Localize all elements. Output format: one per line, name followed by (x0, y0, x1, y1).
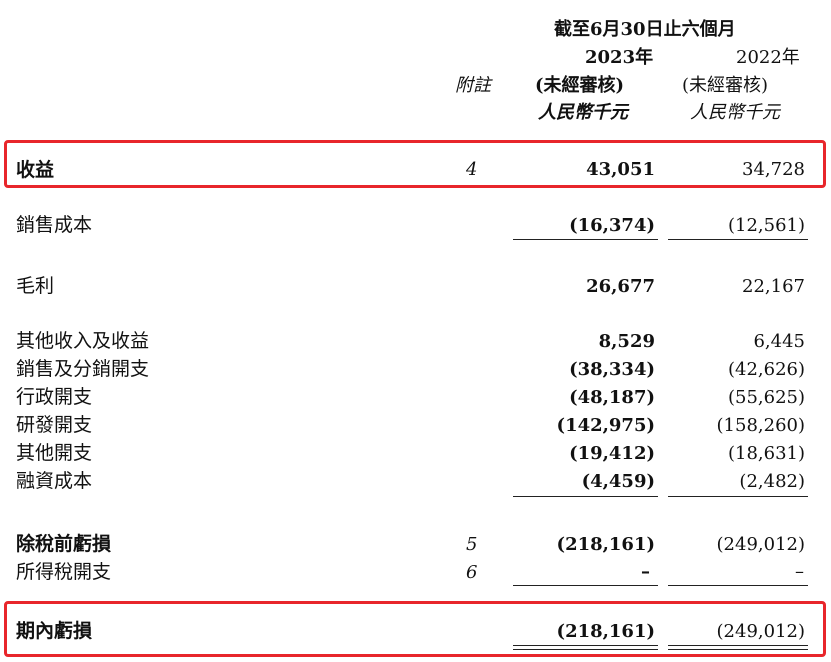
row-2023-other-expenses: (19,412) (569, 443, 655, 464)
col-2022-year: 2022年 (736, 47, 800, 68)
row-2023-finance-costs: (4,459) (581, 471, 655, 492)
total-double-rule-2022 (668, 645, 808, 650)
row-2022-selling-expenses: (42,626) (727, 359, 805, 380)
row-2023-gross-profit: 26,677 (586, 276, 655, 297)
row-2022-rd-expenses: (158,260) (716, 415, 805, 436)
row-2023-other-income: 8,529 (598, 331, 655, 352)
row-label-gross-profit: 毛利 (16, 275, 55, 297)
row-label-rd-expenses: 研發開支 (16, 414, 93, 436)
col-2023-unit: 人民幣千元 (538, 102, 628, 123)
row-2023-loss-for-period: (218,161) (556, 621, 655, 642)
subtotal-rule-2023 (513, 239, 658, 240)
row-2023-revenue: 43,051 (586, 159, 655, 180)
row-label-selling-expenses: 銷售及分銷開支 (16, 358, 150, 380)
row-note-revenue: 4 (466, 159, 478, 180)
row-label-other-expenses: 其他開支 (16, 442, 93, 464)
row-2022-loss-for-period: (249,012) (716, 621, 805, 642)
period-header: 截至6月30日止六個月 (554, 19, 736, 40)
subtotal-rule-2022 (668, 585, 808, 586)
subtotal-rule-2022 (668, 239, 808, 240)
row-label-other-income: 其他收入及收益 (16, 330, 150, 352)
row-2022-other-expenses: (18,631) (727, 443, 805, 464)
row-note-income-tax: 6 (466, 562, 478, 583)
revenue-highlight-box (4, 140, 826, 188)
row-label-income-tax: 所得稅開支 (16, 561, 112, 583)
row-note-loss-before-tax: 5 (466, 534, 478, 555)
row-2023-cost-of-sales: (16,374) (569, 215, 655, 236)
row-2022-admin-expenses: (55,625) (727, 387, 805, 408)
subtotal-rule-2023 (513, 585, 658, 586)
row-2022-gross-profit: 22,167 (742, 276, 805, 297)
col-2023-audit: (未經審核) (535, 75, 625, 96)
row-2023-selling-expenses: (38,334) (569, 359, 655, 380)
total-double-rule-2023 (513, 645, 658, 650)
note-column-header: 附註 (455, 75, 491, 96)
row-label-cost-of-sales: 銷售成本 (16, 214, 93, 236)
col-2023-year: 2023年 (585, 47, 654, 68)
row-2022-finance-costs: (2,482) (739, 471, 805, 492)
row-label-revenue: 收益 (16, 159, 55, 181)
subtotal-rule-2023 (513, 496, 658, 497)
row-label-loss-before-tax: 除稅前虧損 (16, 533, 112, 555)
row-2022-cost-of-sales: (12,561) (727, 215, 805, 236)
row-label-finance-costs: 融資成本 (16, 470, 93, 492)
row-label-loss-for-period: 期內虧損 (16, 620, 93, 642)
row-label-admin-expenses: 行政開支 (16, 386, 93, 408)
subtotal-rule-2022 (668, 496, 808, 497)
row-2023-loss-before-tax: (218,161) (556, 534, 655, 555)
row-2022-revenue: 34,728 (742, 159, 805, 180)
row-2023-rd-expenses: (142,975) (556, 415, 655, 436)
row-2023-income-tax: – (641, 561, 650, 582)
row-2022-other-income: 6,445 (753, 331, 805, 352)
col-2022-unit: 人民幣千元 (690, 102, 780, 123)
col-2022-audit: (未經審核) (682, 75, 769, 96)
row-2022-loss-before-tax: (249,012) (716, 534, 805, 555)
row-2022-income-tax: – (795, 561, 804, 582)
row-2023-admin-expenses: (48,187) (569, 387, 655, 408)
